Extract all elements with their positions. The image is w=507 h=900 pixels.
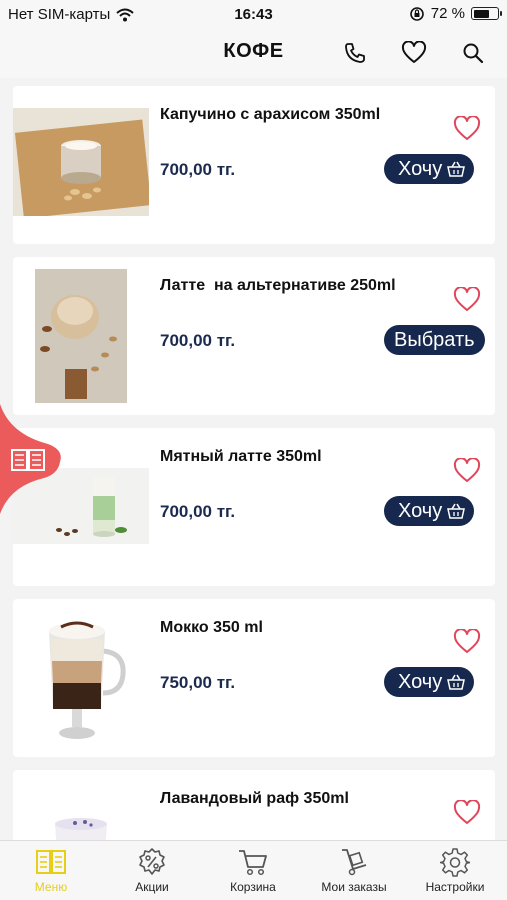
basket-icon <box>447 674 466 690</box>
basket-icon <box>447 161 466 177</box>
tab-settings[interactable]: Настройки <box>405 847 505 894</box>
battery-level <box>473 9 490 18</box>
tab-my-orders-label: Мои заказы <box>321 880 387 894</box>
tab-bar: Меню Акции Корзина Мои заказы Настройки <box>0 840 507 900</box>
product-price: 700,00 тг. <box>160 160 236 179</box>
tab-promotions[interactable]: Акции <box>102 847 202 894</box>
product-name[interactable]: Мокко 350 ml <box>160 619 263 637</box>
discount-icon <box>139 848 165 875</box>
battery-icon <box>471 7 502 20</box>
cart-icon <box>239 850 267 876</box>
search-icon[interactable] <box>460 40 486 66</box>
want-button[interactable]: Хочу <box>384 154 475 184</box>
choose-button[interactable]: Выбрать <box>384 325 485 355</box>
menu-book-icon <box>36 850 66 874</box>
battery-percent: 72 % <box>430 5 465 22</box>
side-menu-tab[interactable] <box>0 404 62 514</box>
favorite-heart-icon[interactable] <box>453 628 481 655</box>
tab-settings-label: Настройки <box>425 880 485 894</box>
tab-menu-label: Меню <box>34 880 68 894</box>
phone-icon[interactable] <box>342 40 368 66</box>
gear-icon <box>440 848 470 877</box>
tab-cart-label: Корзина <box>230 880 276 894</box>
product-photo <box>13 108 149 216</box>
product-price: 750,00 тг. <box>160 673 236 692</box>
product-name[interactable]: Лавандовый раф 350ml <box>160 790 349 808</box>
product-price: 700,00 тг. <box>160 331 236 350</box>
product-card[interactable]: Латте на альтернативе 250ml 700,00 тг. В… <box>13 257 495 415</box>
product-name[interactable]: Мятный латте 350ml <box>160 448 322 466</box>
product-card[interactable]: Мокко 350 ml 750,00 тг. Хочу <box>13 599 495 757</box>
orientation-lock-icon <box>409 6 424 21</box>
favorite-heart-icon[interactable] <box>453 115 481 142</box>
status-bar: Нет SIM-карты 16:43 72 % <box>0 0 507 30</box>
favorite-heart-icon[interactable] <box>453 457 481 484</box>
product-name[interactable]: Капучино с арахисом 350ml <box>160 106 380 124</box>
tab-cart[interactable]: Корзина <box>203 847 303 894</box>
product-price: 700,00 тг. <box>160 502 236 521</box>
want-button-label: Хочу <box>398 157 443 180</box>
status-right: 72 % <box>409 5 502 22</box>
product-photo <box>35 269 127 403</box>
product-photo <box>41 613 131 747</box>
tab-my-orders[interactable]: Мои заказы <box>304 847 404 894</box>
favorite-heart-icon[interactable] <box>453 286 481 313</box>
product-name[interactable]: Латте на альтернативе 250ml <box>160 277 396 295</box>
tab-menu[interactable]: Меню <box>1 847 101 894</box>
product-card[interactable]: Капучино с арахисом 350ml 700,00 тг. Хоч… <box>13 86 495 244</box>
product-card[interactable]: Лавандовый раф 350ml <box>13 770 495 840</box>
product-card[interactable]: Мятный латте 350ml 700,00 тг. Хочу <box>13 428 495 586</box>
hand-truck-icon <box>342 849 367 876</box>
choose-button-label: Выбрать <box>394 328 475 351</box>
tab-promotions-label: Акции <box>135 880 169 894</box>
favorites-heart-icon[interactable] <box>401 40 427 66</box>
product-list[interactable]: Капучино с арахисом 350ml 700,00 тг. Хоч… <box>0 78 507 840</box>
want-button[interactable]: Хочу <box>384 496 475 526</box>
page-title: КОФЕ <box>223 40 284 62</box>
want-button[interactable]: Хочу <box>384 667 475 697</box>
want-button-label: Хочу <box>398 499 443 522</box>
header: КОФЕ <box>0 30 507 78</box>
basket-icon <box>447 503 466 519</box>
product-photo <box>41 814 131 840</box>
favorite-heart-icon[interactable] <box>453 799 481 826</box>
want-button-label: Хочу <box>398 670 443 693</box>
